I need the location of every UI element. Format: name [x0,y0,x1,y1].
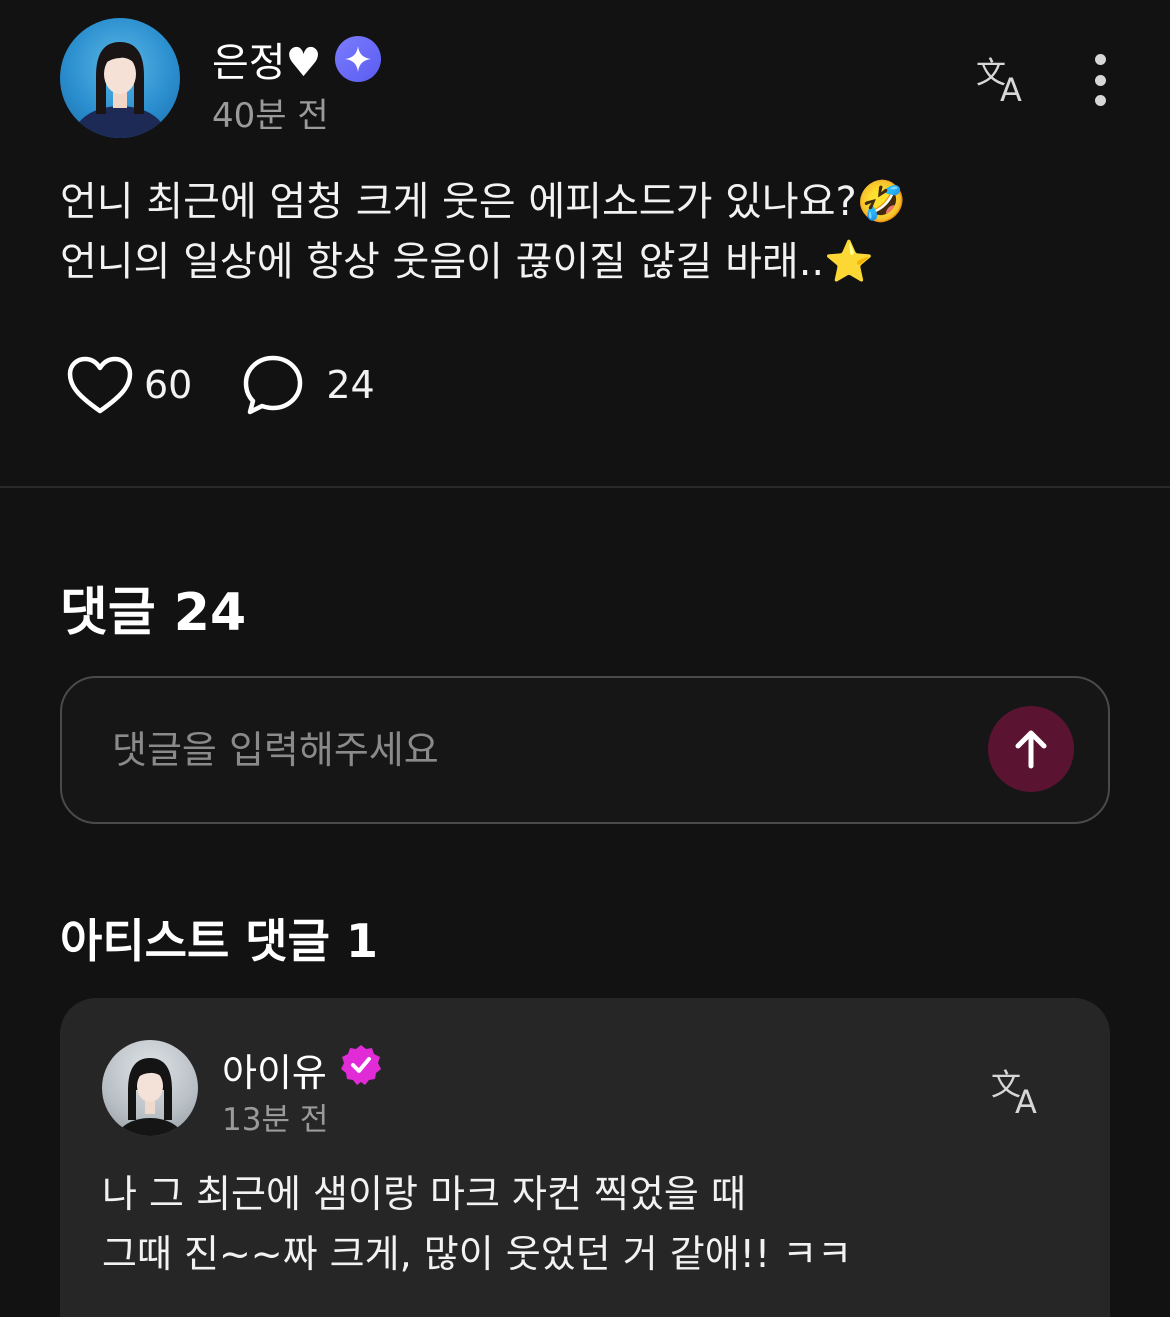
post-body: 언니 최근에 엄청 크게 웃은 에피소드가 있나요?🤣 언니의 일상에 항상 웃… [60,172,1120,292]
post-time: 40분 전 [212,96,329,136]
comment-count: 24 [326,363,375,407]
more-dot [1094,54,1106,65]
svg-text:A: A [1000,71,1022,103]
artist-comment-line: 나 그 최근에 샘이랑 마크 자컨 찍었을 때 [102,1172,746,1216]
comment-input[interactable] [112,718,932,782]
verified-badge-icon [339,1043,383,1096]
comment-bubble-icon [244,355,303,415]
artist-avatar[interactable] [102,1040,198,1136]
artist-comment-time: 13분 전 [222,1102,329,1138]
author-name-row: 은정♥ [212,30,382,88]
post-header: 은정♥ 40분 전 文 A [60,18,1110,138]
post-line: 언니의 일상에 항상 웃음이 끊이질 않길 바래..⭐ [60,239,874,285]
like-count: 60 [144,363,193,407]
more-dot [1094,95,1106,106]
artist-comment-body: 나 그 최근에 샘이랑 마크 자컨 찍었을 때 그때 진~~짜 크게, 많이 웃… [102,1164,852,1284]
send-button[interactable] [988,706,1074,792]
heart-icon [67,356,133,414]
sparkle-badge-icon [335,36,382,82]
artist-name[interactable]: 아이유 [222,1042,327,1097]
author-avatar[interactable] [60,18,180,138]
section-divider [0,486,1170,488]
comment-input-box [60,676,1110,824]
translate-icon[interactable]: 文 A [975,48,1035,108]
artist-comment-line: 그때 진~~짜 크게, 많이 웃었던 거 같애!! ㅋㅋ [102,1232,853,1276]
svg-text:A: A [1015,1083,1037,1115]
artist-comment-card[interactable]: 아이유 13분 전 文 A 나 그 최근에 샘이랑 마크 자컨 찍었을 때 그때… [60,998,1110,1317]
artist-name-row: 아이유 [222,1042,383,1097]
translate-icon[interactable]: 文 A [990,1060,1050,1120]
more-vertical-icon[interactable] [1090,54,1110,106]
comment-button[interactable]: 24 [242,354,375,416]
like-button[interactable]: 60 [66,355,192,415]
more-dot [1094,74,1106,86]
arrow-up-icon [1015,730,1047,769]
artist-comments-title: 아티스트 댓글 1 [60,914,378,968]
author-name[interactable]: 은정♥ [212,30,321,88]
post-detail-screen: 은정♥ 40분 전 文 A 언니 최근에 엄청 크게 웃은 에피소드가 있나요?… [0,0,1170,1317]
post-line: 언니 최근에 엄청 크게 웃은 에피소드가 있나요?🤣 [60,179,907,225]
comments-title: 댓글 24 [60,583,247,643]
post-actions: 60 24 [66,352,425,418]
